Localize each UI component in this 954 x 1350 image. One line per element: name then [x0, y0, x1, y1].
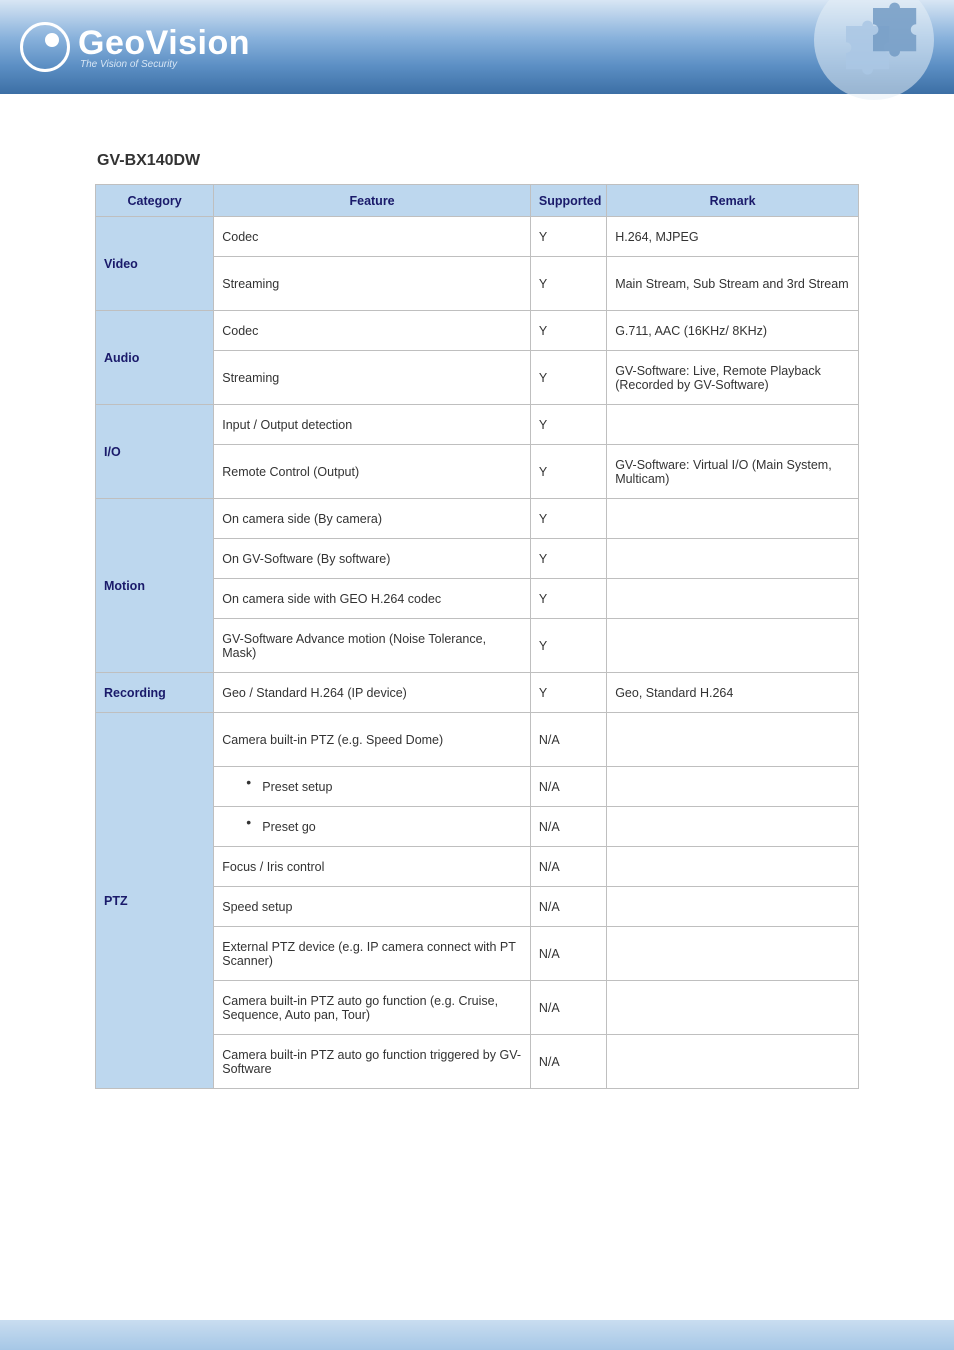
remark-cell [607, 1035, 859, 1089]
remark-cell [607, 713, 859, 767]
feature-cell: Preset go [214, 807, 531, 847]
remark-cell: Geo, Standard H.264 [607, 673, 859, 713]
brand-tagline: The Vision of Security [80, 59, 250, 70]
feature-cell: Camera built-in PTZ auto go function tri… [214, 1035, 531, 1089]
supported-cell: N/A [530, 713, 606, 767]
supported-cell: Y [530, 499, 606, 539]
category-cell: Audio [96, 311, 214, 405]
remark-cell [607, 807, 859, 847]
logo-mark-icon [20, 22, 70, 72]
remark-cell [607, 619, 859, 673]
table-row: RecordingGeo / Standard H.264 (IP device… [96, 673, 859, 713]
category-cell: Video [96, 217, 214, 311]
supported-cell: Y [530, 539, 606, 579]
remark-cell: Main Stream, Sub Stream and 3rd Stream [607, 257, 859, 311]
category-cell: Recording [96, 673, 214, 713]
supported-cell: N/A [530, 767, 606, 807]
col-header-feature: Feature [214, 185, 531, 217]
feature-cell: Codec [214, 217, 531, 257]
remark-cell [607, 579, 859, 619]
remark-cell [607, 927, 859, 981]
feature-cell: Codec [214, 311, 531, 351]
feature-cell: Remote Control (Output) [214, 445, 531, 499]
table-row: MotionOn camera side (By camera)Y [96, 499, 859, 539]
page-header: GeoVision The Vision of Security [0, 0, 954, 94]
supported-cell: N/A [530, 807, 606, 847]
supported-cell: Y [530, 217, 606, 257]
supported-cell: N/A [530, 927, 606, 981]
remark-cell: H.264, MJPEG [607, 217, 859, 257]
supported-cell: Y [530, 579, 606, 619]
supported-cell: Y [530, 405, 606, 445]
feature-cell: Camera built-in PTZ (e.g. Speed Dome) [214, 713, 531, 767]
remark-cell: GV-Software: Virtual I/O (Main System, M… [607, 445, 859, 499]
table-row: PTZCamera built-in PTZ (e.g. Speed Dome)… [96, 713, 859, 767]
feature-cell: Input / Output detection [214, 405, 531, 445]
feature-cell: On camera side with GEO H.264 codec [214, 579, 531, 619]
col-header-supported: Supported [530, 185, 606, 217]
feature-cell: Speed setup [214, 887, 531, 927]
col-header-category: Category [96, 185, 214, 217]
remark-cell: G.711, AAC (16KHz/ 8KHz) [607, 311, 859, 351]
feature-cell: Camera built-in PTZ auto go function (e.… [214, 981, 531, 1035]
remark-cell [607, 887, 859, 927]
category-cell: PTZ [96, 713, 214, 1089]
remark-cell [607, 499, 859, 539]
supported-cell: N/A [530, 847, 606, 887]
supported-cell: Y [530, 351, 606, 405]
feature-cell: On GV-Software (By software) [214, 539, 531, 579]
category-cell: I/O [96, 405, 214, 499]
brand-text: GeoVision The Vision of Security [78, 24, 250, 70]
page-footer-strip [0, 1320, 954, 1350]
col-header-remark: Remark [607, 185, 859, 217]
supported-cell: Y [530, 311, 606, 351]
table-header-row: Category Feature Supported Remark [96, 185, 859, 217]
feature-cell: On camera side (By camera) [214, 499, 531, 539]
feature-cell: Geo / Standard H.264 (IP device) [214, 673, 531, 713]
supported-cell: N/A [530, 887, 606, 927]
supported-cell: N/A [530, 1035, 606, 1089]
feature-cell: Focus / Iris control [214, 847, 531, 887]
remark-cell: GV-Software: Live, Remote Playback (Reco… [607, 351, 859, 405]
feature-cell: Streaming [214, 257, 531, 311]
brand-name: GeoVision [78, 24, 250, 63]
remark-cell [607, 539, 859, 579]
table-row: AudioCodecYG.711, AAC (16KHz/ 8KHz) [96, 311, 859, 351]
feature-cell: Streaming [214, 351, 531, 405]
supported-cell: N/A [530, 981, 606, 1035]
section-heading: GV-BX140DW [97, 152, 859, 170]
page-content: GV-BX140DW Category Feature Supported Re… [0, 94, 954, 1129]
supported-cell: Y [530, 673, 606, 713]
table-row: VideoCodecYH.264, MJPEG [96, 217, 859, 257]
remark-cell [607, 847, 859, 887]
supported-cell: Y [530, 257, 606, 311]
table-row: I/OInput / Output detectionY [96, 405, 859, 445]
supported-cell: Y [530, 445, 606, 499]
feature-cell: Preset setup [214, 767, 531, 807]
brand-logo: GeoVision The Vision of Security [20, 22, 250, 72]
remark-cell [607, 981, 859, 1035]
feature-table: Category Feature Supported Remark VideoC… [95, 184, 859, 1089]
category-cell: Motion [96, 499, 214, 673]
feature-cell: External PTZ device (e.g. IP camera conn… [214, 927, 531, 981]
feature-cell: GV-Software Advance motion (Noise Tolera… [214, 619, 531, 673]
supported-cell: Y [530, 619, 606, 673]
remark-cell [607, 405, 859, 445]
remark-cell [607, 767, 859, 807]
